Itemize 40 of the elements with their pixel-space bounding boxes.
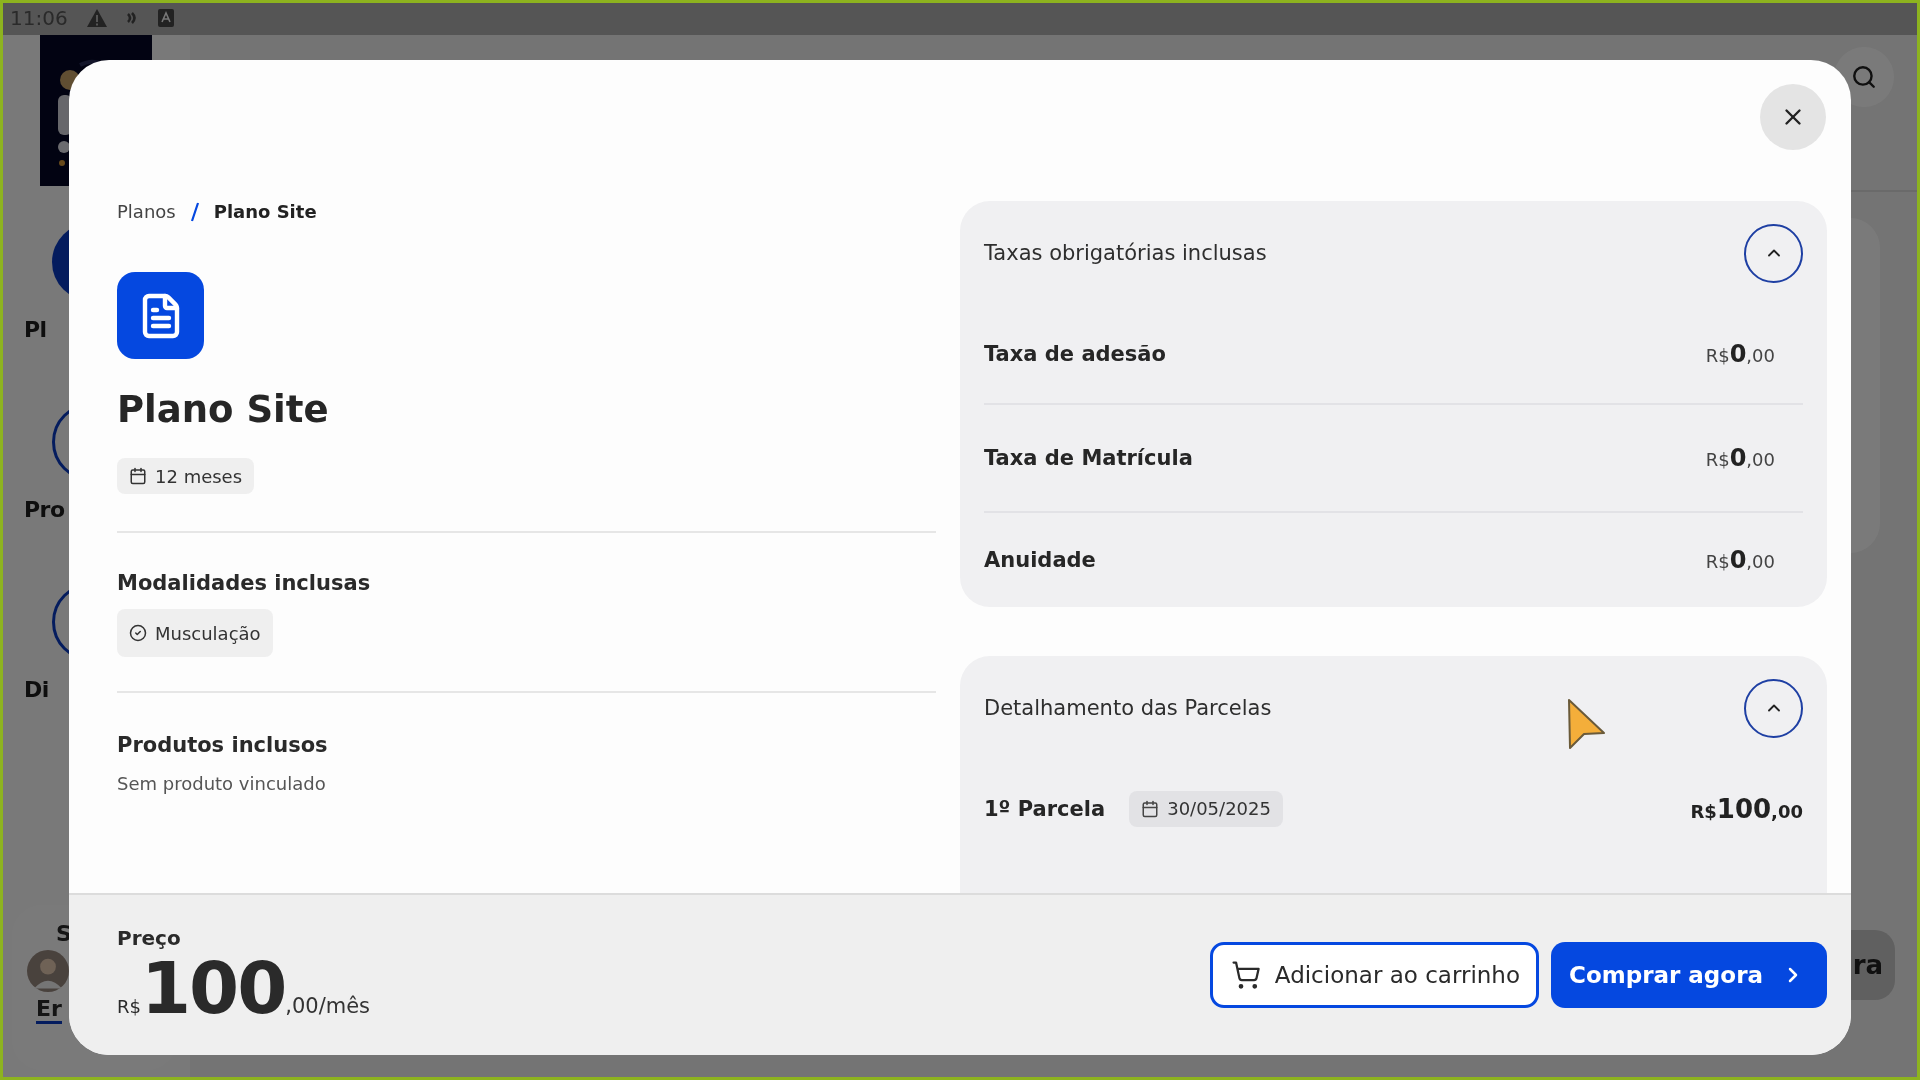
fee-amount: R$0,00 (1705, 340, 1775, 368)
fee-label: Taxa de adesão (984, 342, 1166, 366)
calendar-icon (129, 467, 147, 485)
section-title: Produtos inclusos (117, 733, 328, 757)
fee-amount: R$0,00 (1705, 444, 1775, 472)
warning-icon (85, 7, 108, 28)
price-label: Preço (117, 926, 182, 950)
calendar-icon (1141, 799, 1160, 818)
date-text: 30/05/2025 (1167, 798, 1271, 819)
section-title: Modalidades inclusas (117, 571, 371, 595)
document-icon (117, 272, 204, 359)
price-value: R$100,00/mês (117, 952, 371, 1024)
buy-now-button[interactable]: Comprar agora (1551, 942, 1827, 1008)
nav-label[interactable]: Di (24, 677, 49, 702)
check-circle-icon (129, 624, 147, 642)
collapse-toggle-button[interactable] (1744, 678, 1803, 738)
empty-products-text: Sem produto vinculado (117, 773, 326, 794)
cursor-icon (1566, 697, 1608, 751)
add-to-cart-button[interactable]: Adicionar ao carrinho (1209, 942, 1539, 1008)
nav-label[interactable]: Pro (24, 497, 65, 522)
cart-icon (1230, 960, 1261, 990)
section-title: Taxas obrigatórias inclusas (984, 241, 1267, 265)
modality-text: Musculação (155, 622, 261, 644)
keyboard-layout-icon (157, 8, 174, 27)
user-card-title: S (56, 921, 72, 946)
plan-title: Plano Site (117, 388, 329, 431)
collapse-toggle-button[interactable] (1744, 223, 1803, 283)
installment-label: 1º Parcela (984, 796, 1106, 821)
breadcrumb-separator-icon (189, 201, 200, 222)
breadcrumb-link[interactable]: Plano Site (213, 201, 317, 222)
duration-text: 12 meses (155, 465, 243, 487)
nav-label[interactable]: Pl (24, 317, 47, 342)
breadcrumb-link[interactable]: Planos (117, 201, 176, 222)
section-title: Detalhamento das Parcelas (984, 696, 1272, 720)
installment-amount: R$100,00 (1690, 793, 1803, 824)
fee-label: Taxa de Matrícula (984, 446, 1193, 470)
fee-label: Anuidade (984, 548, 1096, 572)
fee-amount: R$0,00 (1705, 546, 1775, 574)
user-link[interactable]: Er (36, 996, 62, 1024)
search-icon (1851, 64, 1877, 90)
